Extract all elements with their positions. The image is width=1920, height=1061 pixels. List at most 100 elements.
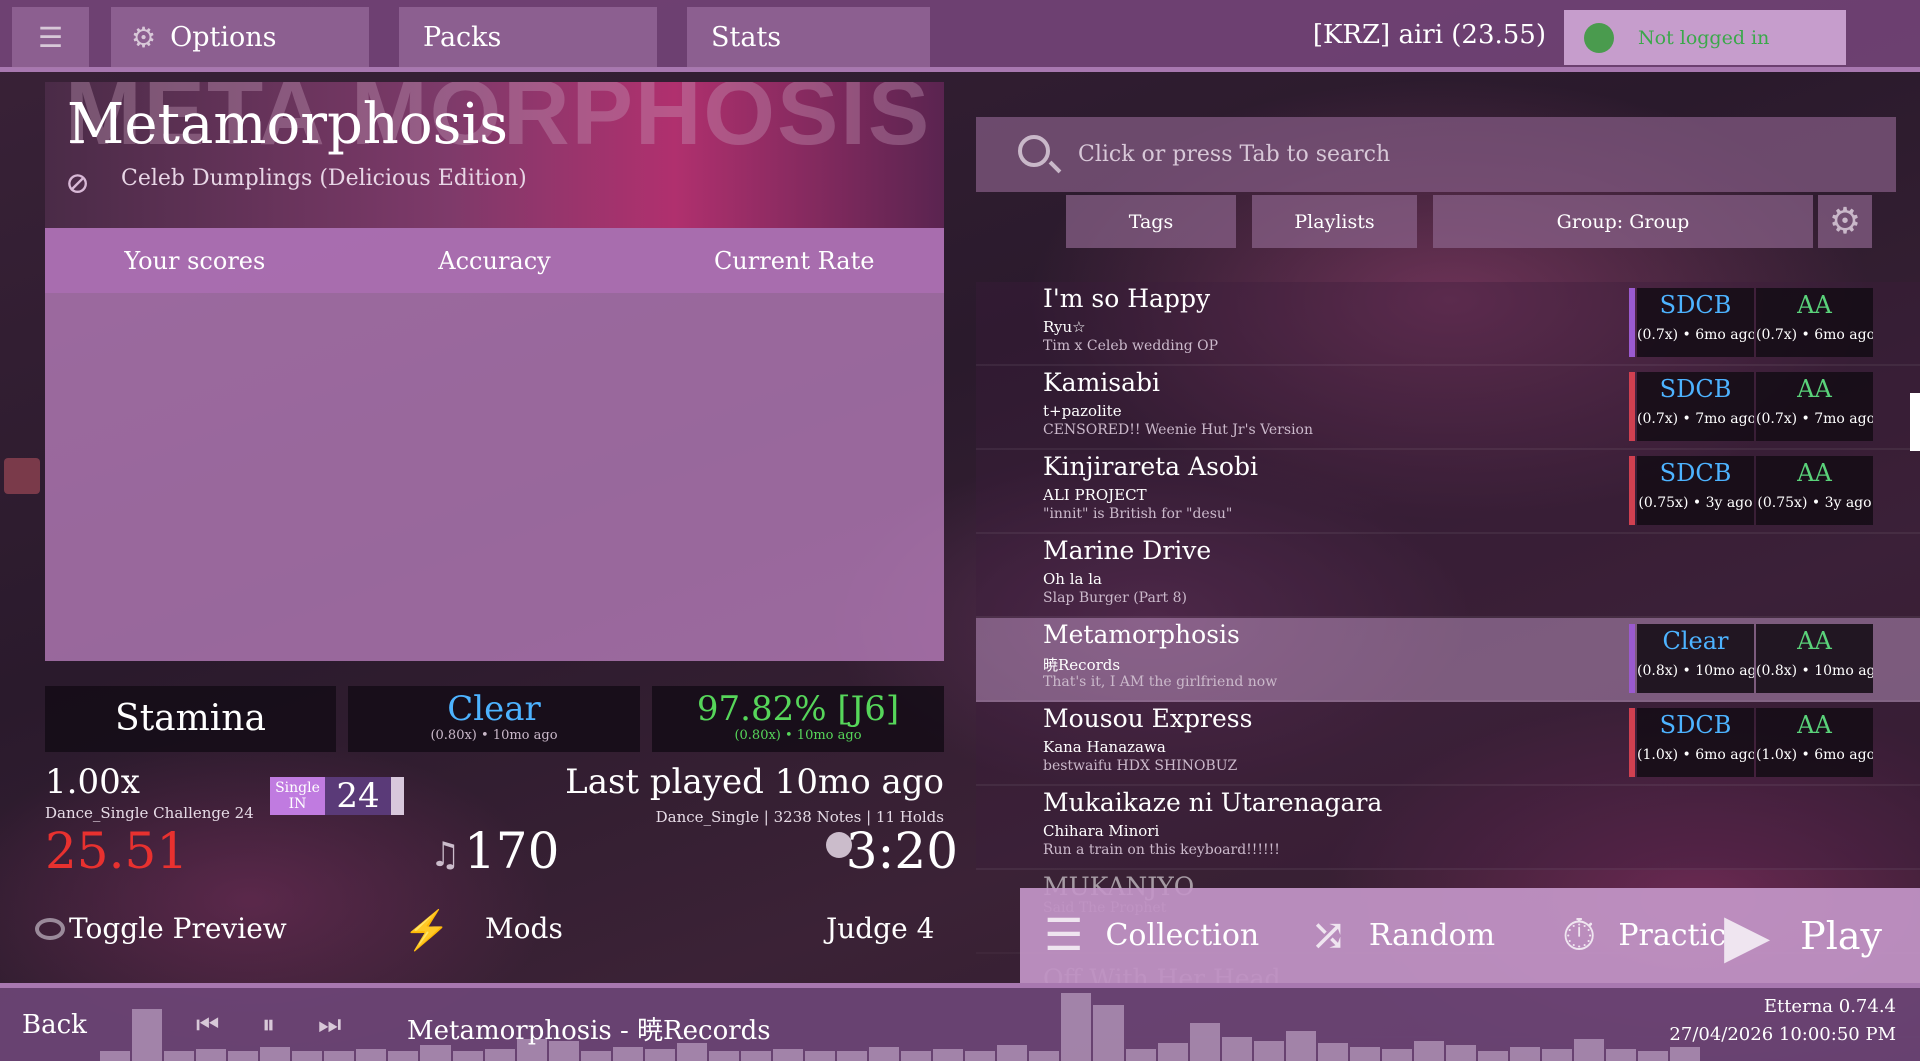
gear-icon: ⚙ <box>1828 201 1862 242</box>
visualizer-bar <box>612 1047 643 1061</box>
tab-current-rate[interactable]: Current Rate <box>644 228 944 293</box>
score-grade-date: (0.7x) • 7mo ago <box>1756 411 1873 427</box>
visualizer-bar <box>1125 1049 1156 1061</box>
score-grade-box: AA (0.7x) • 6mo ago <box>1756 288 1873 357</box>
visualizer-bar <box>933 1049 964 1061</box>
clear-grade: SDCB <box>1659 375 1732 403</box>
toggle-preview-button[interactable]: Toggle Preview <box>35 912 287 945</box>
random-button[interactable]: ⤮ Random <box>1310 888 1495 983</box>
song-row[interactable]: Mousou Express Kana Hanazawa bestwaifu HDX… <box>976 702 1920 786</box>
visualizer-bar <box>196 1049 227 1061</box>
visualizer-bar <box>580 1051 611 1061</box>
pause-icon[interactable]: ⏸ <box>262 1010 275 1041</box>
previous-icon[interactable]: ⏮ <box>196 1010 219 1041</box>
visualizer-bar <box>132 1009 163 1061</box>
tab-accuracy[interactable]: Accuracy <box>345 228 645 293</box>
version-text: Etterna 0.74.4 <box>1763 996 1896 1017</box>
tags-button[interactable]: Tags <box>1066 195 1236 248</box>
visualizer-bar <box>1445 1045 1477 1061</box>
song-subtitle: bestwaifu HDX SHINOBUZ <box>1043 758 1238 774</box>
accuracy-label: 97.82% [J6] <box>696 689 900 729</box>
avatar <box>4 458 40 494</box>
profile-name[interactable]: [KRZ] airi (23.55) <box>1313 20 1546 50</box>
song-row[interactable]: Marine Drive Oh la la Slap Burger (Part 8) <box>976 534 1920 618</box>
judge-button[interactable]: Judge 4 <box>826 912 934 945</box>
visualizer-bar <box>324 1051 355 1061</box>
visualizer-bar <box>1061 993 1092 1061</box>
list-icon: ☰ <box>37 21 64 54</box>
login-button[interactable]: Not logged in <box>1564 10 1846 65</box>
search-input[interactable] <box>1076 141 1780 168</box>
song-title: Mousou Express <box>1043 704 1253 733</box>
group-button[interactable]: Group: Group <box>1433 195 1813 248</box>
back-button[interactable]: Back <box>22 1010 87 1040</box>
menu-button[interactable]: ☰ <box>12 7 89 68</box>
accuracy-box: 97.82% [J6] (0.80x) • 10mo ago <box>652 686 944 752</box>
bottom-bar: Back ⏮ ⏸ ⏭ Metamorphosis - 暁Records Ette… <box>0 983 1920 1061</box>
visualizer-bar <box>1285 1031 1316 1061</box>
collection-button[interactable]: ☰ Collection <box>1044 888 1259 983</box>
play-button[interactable]: ▶ Play <box>1724 888 1882 983</box>
bpm-text: 170 <box>464 822 560 880</box>
clear-grade: SDCB <box>1659 711 1732 739</box>
visualizer-bar <box>965 1051 996 1061</box>
practice-button[interactable]: ⏱ Practice <box>1562 888 1744 983</box>
difficulty-badge[interactable]: Single IN 24 <box>270 777 404 815</box>
song-artist: Celeb Dumplings (Delicious Edition) <box>121 166 527 191</box>
packs-button[interactable]: Packs <box>399 7 657 68</box>
visualizer-bar <box>1189 1023 1220 1061</box>
song-subtitle: CENSORED!! Weenie Hut Jr's Version <box>1043 422 1313 438</box>
song-subtitle: Tim x Celeb wedding OP <box>1043 338 1219 354</box>
score-grade-date: (1.0x) • 6mo ago <box>1756 747 1873 763</box>
score-grade: AA <box>1797 291 1832 319</box>
eye-icon <box>35 917 65 940</box>
score-grade: AA <box>1797 375 1832 403</box>
song-banner: META MORPHOSIS Metamorphosis ⊘ Celeb Dum… <box>45 82 944 228</box>
score-panel: Your scores Accuracy Current Rate <box>45 228 944 661</box>
list-icon: ☰ <box>1044 910 1084 961</box>
visualizer-bar <box>1510 1047 1541 1061</box>
clear-indicator <box>1629 372 1635 441</box>
song-title: Kinjirareta Asobi <box>1043 452 1258 481</box>
globe-icon <box>1584 22 1614 53</box>
song-list[interactable]: I'm so Happy Ryu☆ Tim x Celeb wedding OP S… <box>976 282 1920 993</box>
song-row[interactable]: Metamorphosis 暁Records That's it, I AM the… <box>976 618 1920 702</box>
shuffle-icon: ⤮ <box>1310 910 1347 961</box>
scrollbar-thumb[interactable] <box>1910 393 1920 451</box>
action-bar: ☰ Collection ⤮ Random ⏱ Practice ▶ Play <box>1020 888 1920 983</box>
song-row[interactable]: Kinjirareta Asobi ALI PROJECT "innit" is B… <box>976 450 1920 534</box>
visualizer-bar <box>452 1051 483 1061</box>
filter-settings-button[interactable]: ⚙ <box>1818 195 1872 248</box>
song-row[interactable]: Kamisabi t+pazolite CENSORED!! Weenie Hut … <box>976 366 1920 450</box>
search-icon <box>1018 135 1050 167</box>
song-title: Kamisabi <box>1043 368 1161 397</box>
score-grade-box: AA (0.8x) • 10mo ago <box>1756 624 1873 693</box>
clear-grade-date: (0.7x) • 7mo ago <box>1637 411 1754 427</box>
playlists-button[interactable]: Playlists <box>1252 195 1417 248</box>
clear-grade-box: SDCB (0.7x) • 6mo ago <box>1637 288 1754 357</box>
play-icon: ▶ <box>1724 900 1771 971</box>
chart-name: Dance_Single Challenge 24 <box>45 804 254 822</box>
mods-button[interactable]: Mods <box>485 912 563 945</box>
clear-grade-box: SDCB (0.7x) • 7mo ago <box>1637 372 1754 441</box>
difficulty-meter: 24 <box>325 777 391 815</box>
song-artist: Chihara Minori <box>1043 822 1160 840</box>
options-button[interactable]: ⚙ Options <box>111 7 369 68</box>
visualizer-bar <box>1093 1005 1124 1061</box>
next-icon[interactable]: ⏭ <box>318 1010 341 1041</box>
song-row[interactable]: Mukaikaze ni Utarenagara Chihara Minori Ru… <box>976 786 1920 870</box>
visualizer-bar <box>837 1051 868 1061</box>
toggle-preview-label: Toggle Preview <box>69 912 287 945</box>
score-tabs: Your scores Accuracy Current Rate <box>45 228 944 293</box>
song-artist: t+pazolite <box>1043 402 1122 420</box>
visualizer-bar <box>901 1051 932 1061</box>
now-playing: Metamorphosis - 暁Records <box>407 1016 771 1046</box>
song-artist: 暁Records <box>1043 656 1121 674</box>
stats-button[interactable]: Stats <box>687 7 930 68</box>
song-row[interactable]: I'm so Happy Ryu☆ Tim x Celeb wedding OP S… <box>976 282 1920 366</box>
steps-type: Single IN <box>270 777 325 815</box>
tab-your-scores[interactable]: Your scores <box>45 228 345 293</box>
clear-box: Clear (0.80x) • 10mo ago <box>348 686 640 752</box>
visualizer-bar <box>260 1047 291 1061</box>
search-bar[interactable] <box>976 117 1896 192</box>
